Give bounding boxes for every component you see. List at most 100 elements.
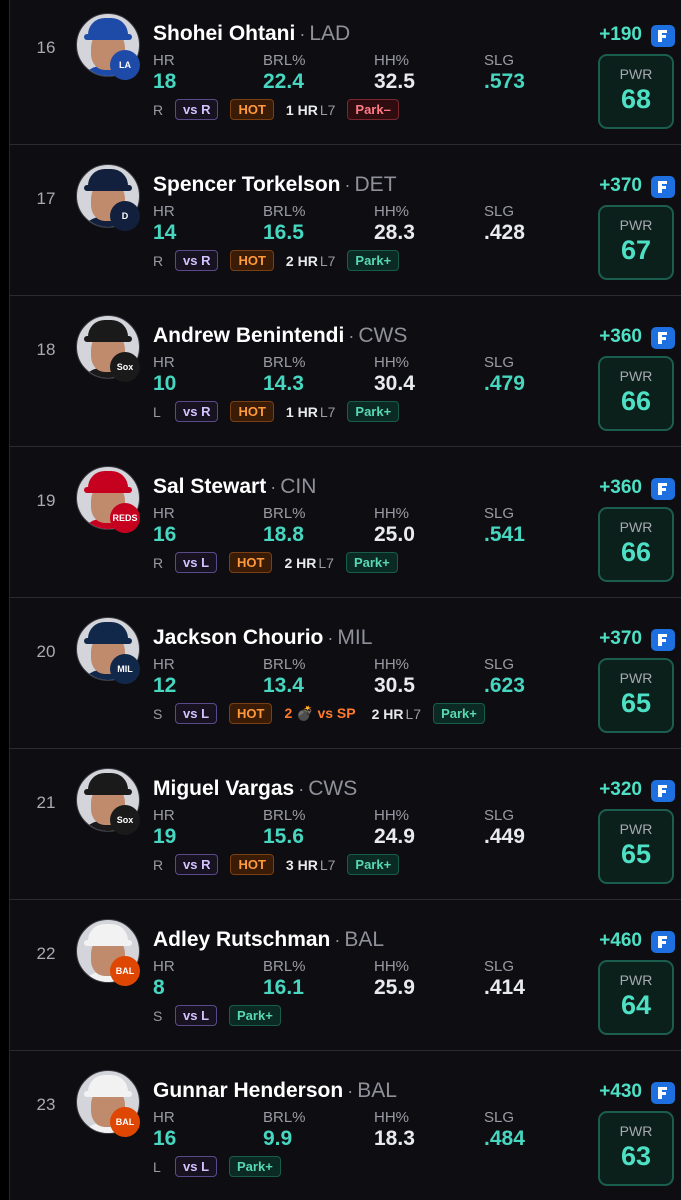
power-label: PWR (619, 670, 653, 686)
slg-value: .623 (484, 674, 525, 697)
hh-value: 24.9 (374, 825, 415, 848)
player-name[interactable]: Miguel Vargas · CWS (153, 777, 357, 801)
sportsbook-icon[interactable] (651, 629, 675, 651)
team-abbr: MIL (337, 626, 373, 649)
park-factor-badge: Park+ (433, 703, 485, 724)
team-logo-icon: Sox (110, 352, 140, 382)
brl-value: 9.9 (263, 1127, 293, 1150)
team-abbr: CIN (280, 475, 317, 498)
brl-value: 22.4 (263, 70, 304, 93)
hr-value: 10 (153, 372, 177, 395)
hh-value: 18.3 (374, 1127, 415, 1150)
team-abbr: LAD (309, 22, 351, 45)
hot-badge: HOT (230, 250, 274, 271)
player-name[interactable]: Adley Rutschman · BAL (153, 928, 384, 952)
hr-label: HR (153, 807, 175, 824)
slg-value: .541 (484, 523, 525, 546)
hh-label: HH% (374, 52, 410, 69)
brl-value: 13.4 (263, 674, 304, 697)
last-7-hr: 3 HR L7 (285, 856, 336, 873)
batter-hand: R (153, 253, 164, 269)
last-7-hr: 2 HR L7 (284, 554, 334, 571)
team-abbr: BAL (357, 1079, 397, 1102)
power-label: PWR (619, 519, 653, 535)
brl-label: BRL% (263, 656, 306, 673)
player-row[interactable]: 21 Sox Miguel Vargas · CWS HR BRL% HH% SLG 19 15.6… (9, 749, 681, 900)
player-name[interactable]: Spencer Torkelson · DET (153, 173, 397, 197)
hh-value: 32.5 (374, 70, 415, 93)
slg-value: .573 (484, 70, 525, 93)
sportsbook-icon[interactable] (651, 327, 675, 349)
player-name[interactable]: Jackson Chourio · MIL (153, 626, 372, 650)
hr-label: HR (153, 958, 175, 975)
team-logo-icon: BAL (110, 1107, 140, 1137)
badge-row: vs R HOT 1 HR L7 Park+ (175, 401, 411, 422)
player-row[interactable]: 19 REDS Sal Stewart · CIN HR BRL% HH% SLG 16 18.8 2… (9, 447, 681, 598)
hh-label: HH% (374, 958, 410, 975)
sportsbook-icon[interactable] (651, 478, 675, 500)
hh-value: 25.0 (374, 523, 415, 546)
power-score-box: PWR 67 (598, 205, 674, 280)
odds-value[interactable]: +320 (599, 779, 642, 801)
hh-value: 30.5 (374, 674, 415, 697)
park-factor-badge: Park+ (229, 1005, 281, 1026)
slg-value: .484 (484, 1127, 525, 1150)
hh-label: HH% (374, 354, 410, 371)
brl-value: 18.8 (263, 523, 304, 546)
player-name[interactable]: Andrew Benintendi · CWS (153, 324, 407, 348)
power-score: 66 (620, 386, 652, 416)
sportsbook-icon[interactable] (651, 1082, 675, 1104)
last-7-hr: 1 HR L7 (285, 101, 336, 118)
rank-number: 16 (36, 38, 56, 57)
power-score-box: PWR 64 (598, 960, 674, 1035)
hot-badge: HOT (230, 401, 274, 422)
park-factor-badge: Park– (347, 99, 399, 120)
team-logo-icon: LA (110, 50, 140, 80)
sportsbook-icon[interactable] (651, 931, 675, 953)
sportsbook-icon[interactable] (651, 780, 675, 802)
vs-sp-badge: 2 💣 vs SP (284, 705, 356, 721)
power-score: 63 (620, 1141, 652, 1171)
rank-number: 23 (36, 1095, 56, 1114)
odds-value[interactable]: +360 (599, 326, 642, 348)
power-score-box: PWR 66 (598, 356, 674, 431)
matchup-badge: vs L (175, 552, 218, 573)
odds-value[interactable]: +360 (599, 477, 642, 499)
hot-badge: HOT (230, 99, 274, 120)
slg-label: SLG (484, 505, 515, 522)
odds-value[interactable]: +430 (599, 1081, 642, 1103)
player-name[interactable]: Gunnar Henderson · BAL (153, 1079, 397, 1103)
slg-label: SLG (484, 656, 515, 673)
hr-label: HR (153, 656, 175, 673)
slg-label: SLG (484, 354, 515, 371)
hr-label: HR (153, 1109, 175, 1126)
hot-badge: HOT (229, 552, 273, 573)
player-name[interactable]: Sal Stewart · CIN (153, 475, 316, 499)
odds-value[interactable]: +370 (599, 175, 642, 197)
player-row[interactable]: 17 D Spencer Torkelson · DET HR BRL% HH% SLG 14 16… (9, 145, 681, 296)
team-logo-icon: Sox (110, 805, 140, 835)
sportsbook-icon[interactable] (651, 25, 675, 47)
player-row[interactable]: 16 LA Shohei Ohtani · LAD HR BRL% HH% SLG 18 22.4 3… (9, 0, 681, 145)
odds-value[interactable]: +370 (599, 628, 642, 650)
hh-label: HH% (374, 656, 410, 673)
odds-value[interactable]: +460 (599, 930, 642, 952)
matchup-badge: vs L (175, 703, 218, 724)
player-row[interactable]: 18 Sox Andrew Benintendi · CWS HR BRL% HH% SLG 10… (9, 296, 681, 447)
player-name[interactable]: Shohei Ohtani · LAD (153, 22, 350, 46)
matchup-badge: vs R (175, 401, 219, 422)
player-row[interactable]: 23 BAL Gunnar Henderson · BAL HR BRL% HH% SLG 16 9… (9, 1051, 681, 1200)
player-row[interactable]: 22 BAL Adley Rutschman · BAL HR BRL% HH% SLG 8 16.… (9, 900, 681, 1051)
last-7-hr: 2 HR L7 (285, 252, 336, 269)
player-row[interactable]: 20 MIL Jackson Chourio · MIL HR BRL% HH% SLG 12 13… (9, 598, 681, 749)
park-factor-badge: Park+ (345, 552, 398, 573)
power-label: PWR (619, 821, 653, 837)
hr-label: HR (153, 52, 175, 69)
team-abbr: CWS (358, 324, 408, 347)
sportsbook-icon[interactable] (651, 176, 675, 198)
odds-value[interactable]: +190 (599, 24, 642, 46)
matchup-badge: vs L (175, 1005, 218, 1026)
rank-number: 22 (36, 944, 56, 963)
slg-value: .479 (484, 372, 525, 395)
batter-hand: L (153, 1159, 161, 1175)
